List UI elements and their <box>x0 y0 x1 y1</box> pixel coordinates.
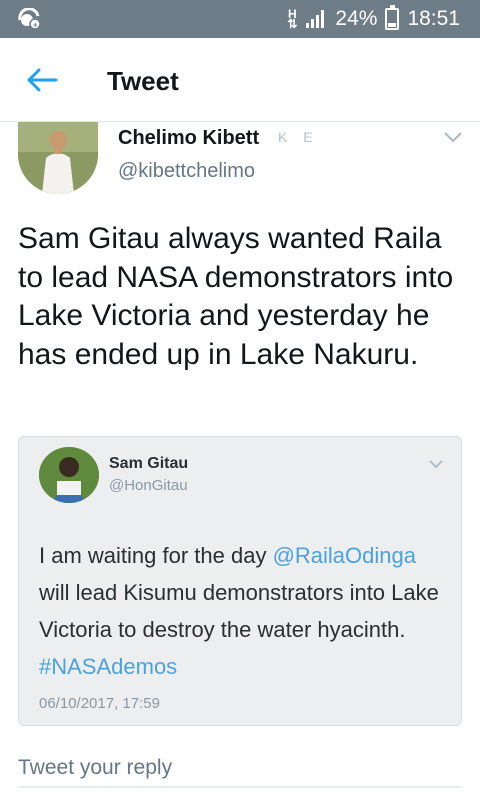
notification-icon: + <box>18 8 41 30</box>
chevron-down-icon <box>429 460 443 469</box>
quoted-tweet-timestamp: 06/10/2017, 17:59 <box>39 695 160 712</box>
reply-bar <box>0 726 480 800</box>
hashtag-link: #NASAdemos <box>39 654 178 679</box>
battery-percent: 24% <box>335 7 378 30</box>
author-flag-emoji: K E <box>278 129 319 145</box>
reply-input[interactable] <box>18 750 462 788</box>
quoted-author-avatar <box>39 447 99 503</box>
tweet-text: Sam Gitau always wanted Raila to lead NA… <box>18 222 454 371</box>
mention-link: @RailaOdinga <box>272 543 416 568</box>
page-title: Tweet <box>107 66 179 96</box>
quoted-tweet-text: I am waiting for the day @RailaOdinga wi… <box>39 537 449 685</box>
author-name[interactable]: Chelimo Kibett <box>118 127 259 150</box>
battery-level-fill <box>388 22 397 27</box>
status-time: 18:51 <box>407 7 460 30</box>
author-avatar[interactable] <box>18 122 98 194</box>
battery-icon <box>385 5 400 30</box>
network-type-indicator: H ⇅ <box>287 7 298 31</box>
status-bar: + H ⇅ 24% 18:51 <box>0 0 480 38</box>
chevron-down-icon[interactable] <box>443 130 463 144</box>
arrow-left-icon[interactable] <box>24 65 60 95</box>
svg-text:+: + <box>33 21 38 30</box>
signal-icon <box>306 10 325 28</box>
avatar-photo <box>18 122 98 194</box>
quoted-text-part: will lead Kisumu demonstrators into Lake… <box>39 580 439 642</box>
quoted-author-name: Sam Gitau <box>109 455 189 472</box>
author-handle[interactable]: @kibettchelimo <box>118 160 255 183</box>
quoted-text-part: I am waiting for the day <box>39 543 273 568</box>
quoted-tweet-card[interactable]: Sam Gitau @HonGitau I am waiting for the… <box>18 436 462 726</box>
app-bar: Tweet <box>0 38 480 122</box>
quoted-author-handle: @HonGitau <box>109 477 188 494</box>
